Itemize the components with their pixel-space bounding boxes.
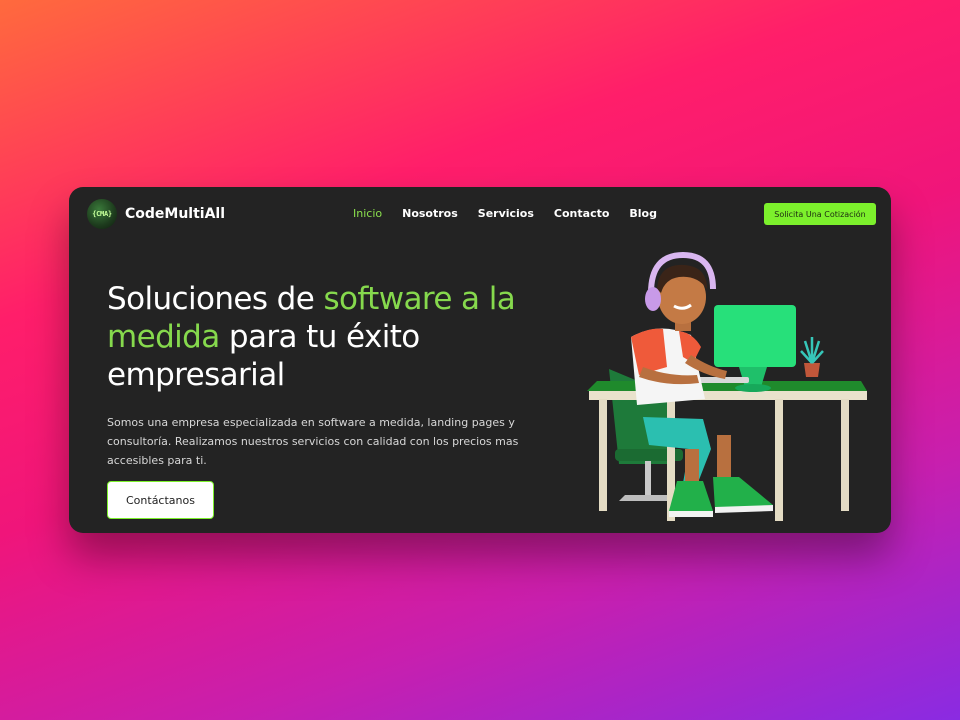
desk-leg-right [841, 399, 849, 511]
hero-title: Soluciones de software a la medida para t… [107, 280, 597, 394]
request-quote-button[interactable]: Solicita Una Cotización [764, 203, 876, 225]
brand-name: CodeMultiAll [125, 206, 226, 222]
nav-item-contacto[interactable]: Contacto [554, 207, 609, 220]
logo-badge-icon: {CMA} [87, 199, 117, 229]
hero-title-highlight1: software a la [323, 281, 516, 317]
developer-at-desk-illustration [579, 249, 879, 533]
desk-leg-front-right [775, 399, 783, 521]
desk-leg-left [599, 399, 607, 511]
chair-post [645, 461, 651, 495]
nav-item-inicio[interactable]: Inicio [353, 207, 382, 220]
logo[interactable]: {CMA} CodeMultiAll [87, 199, 225, 229]
shoe-left [713, 477, 773, 509]
nav-item-nosotros[interactable]: Nosotros [402, 207, 458, 220]
nav-item-servicios[interactable]: Servicios [478, 207, 534, 220]
navbar: {CMA} CodeMultiAll Inicio Nosotros Servi… [69, 187, 891, 241]
person-leg-right [685, 449, 699, 483]
hero-title-part1: Soluciones de [107, 281, 324, 317]
monitor-screen [714, 305, 796, 367]
headphones-cup [645, 287, 661, 311]
monitor-base [735, 384, 771, 392]
nav-item-blog[interactable]: Blog [629, 207, 657, 220]
main-menu: Inicio Nosotros Servicios Contacto Blog [353, 207, 657, 220]
developer-illustration-svg [587, 251, 867, 521]
plant-leaves [800, 337, 824, 364]
shoe-sole-right [669, 511, 713, 517]
hero-description: Somos una empresa especializada en softw… [107, 416, 519, 467]
shoe-right [669, 481, 713, 511]
plant-pot [804, 363, 820, 377]
desk-edge [589, 391, 867, 400]
hero-title-highlight2: medida [107, 319, 220, 355]
contact-button[interactable]: Contáctanos [107, 481, 214, 519]
person-leg-left [717, 435, 731, 479]
landing-card: {CMA} CodeMultiAll Inicio Nosotros Servi… [69, 187, 891, 533]
